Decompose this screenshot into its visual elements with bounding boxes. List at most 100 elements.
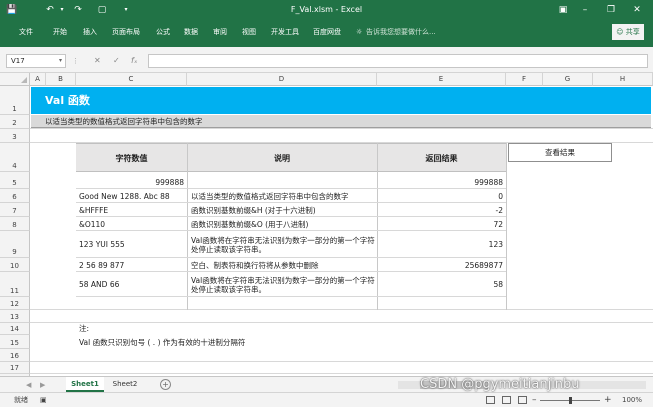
- row-header-3[interactable]: 3: [0, 129, 30, 143]
- column-header-h[interactable]: H: [593, 73, 653, 86]
- cell-input[interactable]: 58 AND 66: [76, 272, 187, 297]
- ribbon: 文件 开始 插入 页面布局 公式 数据 审阅 视图 开发工具 百度网盘 ☼ 告诉…: [0, 20, 653, 47]
- table-header-description: 说明: [187, 143, 377, 172]
- worksheet-grid[interactable]: A B C D E F G H 1 2 3 4 5 6 7 8 9 10 11 …: [0, 73, 653, 376]
- zoom-out-icon[interactable]: –: [532, 394, 537, 406]
- banner-title: Val 函数: [31, 87, 651, 114]
- tab-file[interactable]: 文件: [19, 26, 33, 38]
- zoom-slider-handle[interactable]: [569, 397, 572, 404]
- sheet-tab-sheet1[interactable]: Sheet1: [66, 377, 104, 392]
- tab-formulas[interactable]: 公式: [156, 26, 170, 38]
- tab-home[interactable]: 开始: [53, 26, 67, 38]
- column-header-e[interactable]: E: [377, 73, 506, 86]
- row-header-16[interactable]: 16: [0, 349, 30, 362]
- tab-view[interactable]: 视图: [242, 26, 256, 38]
- cell-input[interactable]: 123 YUI 555: [76, 231, 187, 258]
- name-box[interactable]: V17 ▾: [6, 54, 66, 68]
- tab-insert[interactable]: 插入: [83, 26, 97, 38]
- tab-scroll-right-icon[interactable]: ▶: [40, 379, 45, 391]
- tab-scroll-left-icon[interactable]: ◀: [26, 379, 31, 391]
- cell-input[interactable]: Good New 1288. Abc 88: [76, 189, 187, 203]
- tab-review[interactable]: 审阅: [213, 26, 227, 38]
- enter-icon[interactable]: ✓: [113, 55, 120, 67]
- chevron-down-icon: ▾: [58, 57, 62, 64]
- name-box-value: V17: [11, 57, 25, 65]
- cell-description[interactable]: 以适当类型的数值格式返回字符串中包含的数字: [188, 189, 377, 203]
- person-icon: ☺: [616, 28, 624, 36]
- cell-input[interactable]: 999888: [76, 172, 187, 189]
- column-header-g[interactable]: G: [543, 73, 593, 86]
- tab-data[interactable]: 数据: [184, 26, 198, 38]
- row-header-11[interactable]: 11: [0, 272, 30, 297]
- row-header-2[interactable]: 2: [0, 115, 30, 129]
- column-header-d[interactable]: D: [187, 73, 377, 86]
- close-icon[interactable]: ✕: [630, 3, 644, 17]
- cell-result[interactable]: 999888: [378, 172, 506, 189]
- cell-input[interactable]: &HFFFE: [76, 203, 187, 217]
- row-header-17[interactable]: 17: [0, 362, 30, 374]
- tell-me-input[interactable]: 告诉我您想要做什么...: [366, 26, 436, 38]
- column-header-f[interactable]: F: [506, 73, 543, 86]
- cell-result[interactable]: 58: [378, 272, 506, 297]
- select-all-button[interactable]: [0, 73, 30, 86]
- row-header-8[interactable]: 8: [0, 217, 30, 231]
- view-result-button[interactable]: 查看结果: [508, 143, 612, 162]
- restore-icon[interactable]: ❐: [604, 3, 618, 17]
- title-bar: 💾 ↶ ▾ ↷ ▢ ▾ F_Val.xlsm - Excel ▣ – ❐ ✕: [0, 0, 653, 20]
- row-header-5[interactable]: 5: [0, 172, 30, 189]
- ribbon-display-icon[interactable]: ▣: [556, 3, 570, 17]
- status-ready: 就绪: [14, 396, 28, 404]
- formula-bar: V17 ▾ ⋮ ✕ ✓ fₓ: [0, 47, 653, 73]
- gridline: [30, 128, 653, 129]
- zoom-in-icon[interactable]: +: [604, 394, 612, 406]
- cell-result[interactable]: 123: [378, 231, 506, 258]
- column-header-b[interactable]: B: [46, 73, 76, 86]
- tab-developer[interactable]: 开发工具: [271, 26, 299, 38]
- cell-result[interactable]: 72: [378, 217, 506, 231]
- cancel-icon[interactable]: ✕: [94, 55, 101, 67]
- cell-description[interactable]: Val函数将在字符串无法识别为数字一部分的第一个字符处停止读取该字符串。: [188, 272, 377, 297]
- cell-description[interactable]: 函数识别基数前缀&O (用于八进制): [188, 217, 377, 231]
- column-header-a[interactable]: A: [30, 73, 46, 86]
- cell-input[interactable]: &O110: [76, 217, 187, 231]
- cell-description[interactable]: 函数识别基数前缀&H (对于十六进制): [188, 203, 377, 217]
- gridline: [30, 361, 653, 362]
- row-header-10[interactable]: 10: [0, 258, 30, 272]
- cell-input[interactable]: 2 56 89 877: [76, 258, 187, 272]
- note-label[interactable]: 注:: [76, 323, 276, 335]
- column-header-c[interactable]: C: [76, 73, 187, 86]
- cell-result[interactable]: -2: [378, 203, 506, 217]
- row-header-14[interactable]: 14: [0, 323, 30, 335]
- lightbulb-icon: ☼: [356, 28, 363, 36]
- row-header-4[interactable]: 4: [0, 143, 30, 172]
- row-header-13[interactable]: 13: [0, 310, 30, 323]
- page-break-view-icon[interactable]: [518, 396, 527, 404]
- share-button[interactable]: ☺ 共享: [612, 24, 644, 40]
- tab-page-layout[interactable]: 页面布局: [112, 26, 140, 38]
- tab-baidu-netdisk[interactable]: 百度网盘: [313, 26, 341, 38]
- cell-result[interactable]: 0: [378, 189, 506, 203]
- cell-result[interactable]: 25689877: [378, 258, 506, 272]
- note-text[interactable]: Val 函数只识别句号 ( . ) 作为有效的十进制分隔符: [76, 335, 396, 349]
- insert-function-icon[interactable]: fₓ: [131, 55, 137, 67]
- minimize-icon[interactable]: –: [578, 3, 592, 17]
- zoom-level[interactable]: 100%: [622, 395, 642, 406]
- gridline: [30, 309, 653, 310]
- row-header-9[interactable]: 9: [0, 231, 30, 258]
- sheet-tab-sheet2[interactable]: Sheet2: [106, 377, 144, 392]
- row-header-7[interactable]: 7: [0, 203, 30, 217]
- row-header-6[interactable]: 6: [0, 189, 30, 203]
- cell-description[interactable]: [188, 172, 377, 189]
- cell-description[interactable]: 空白、制表符和换行符将从参数中删除: [188, 258, 377, 272]
- row-header-1[interactable]: 1: [0, 86, 30, 115]
- status-bar: 就绪 ▣ – + 100%: [0, 392, 653, 407]
- formula-input[interactable]: [148, 54, 648, 68]
- cell-description[interactable]: Val函数将在字符串无法识别为数字一部分的第一个字符处停止读取该字符串。: [188, 231, 377, 258]
- row-header-15[interactable]: 15: [0, 335, 30, 349]
- row-header-12[interactable]: 12: [0, 297, 30, 310]
- gridline: [30, 373, 653, 374]
- page-layout-view-icon[interactable]: [502, 396, 511, 404]
- add-sheet-icon[interactable]: +: [160, 379, 171, 390]
- macro-record-icon[interactable]: ▣: [40, 395, 47, 406]
- normal-view-icon[interactable]: [486, 396, 495, 404]
